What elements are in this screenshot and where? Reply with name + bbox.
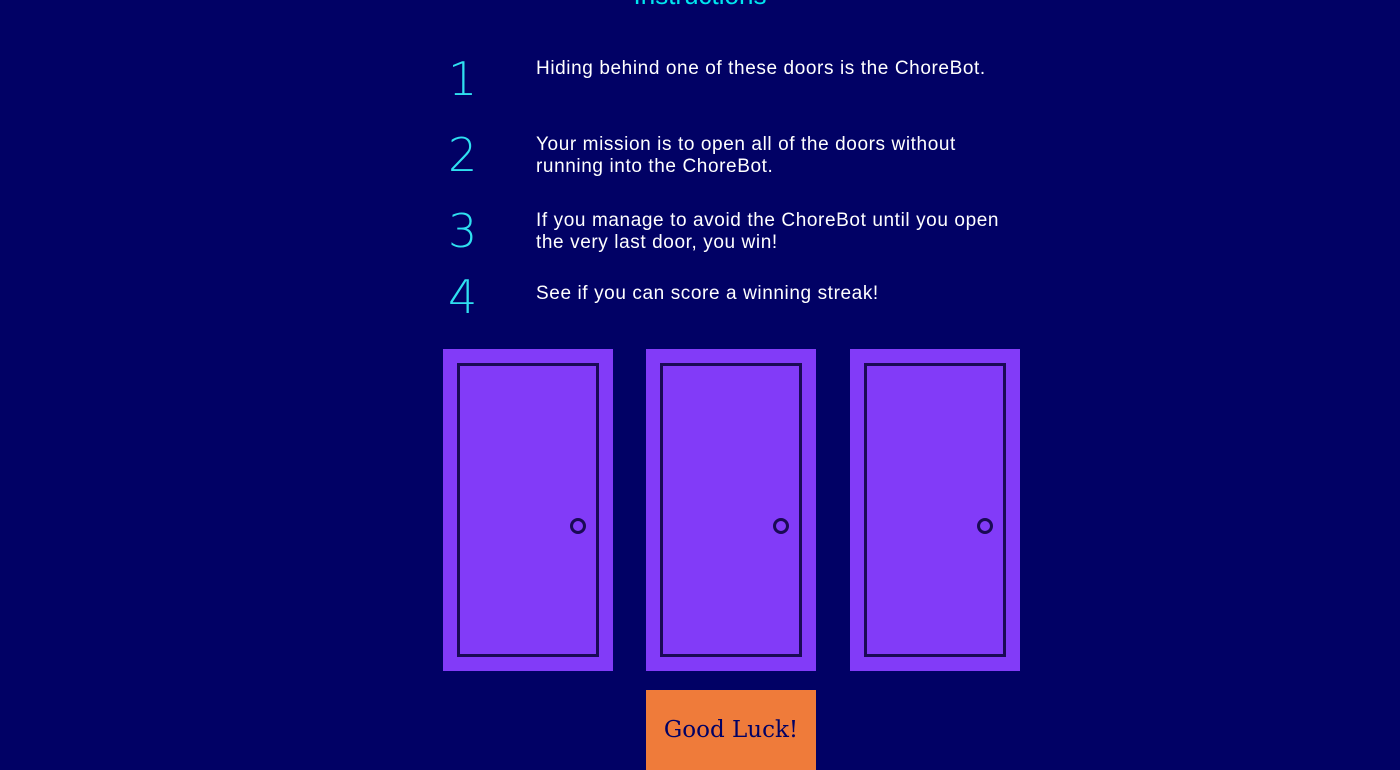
instruction-row: 3 If you manage to avoid the ChoreBot un… bbox=[440, 200, 1020, 276]
door-panel bbox=[864, 363, 1006, 657]
instruction-row: 4 See if you can score a winning streak! bbox=[440, 270, 1020, 352]
door-1[interactable] bbox=[443, 349, 613, 671]
door-panel bbox=[457, 363, 599, 657]
instruction-text: Hiding behind one of these doors is the … bbox=[536, 58, 986, 79]
start-row: Good Luck! bbox=[646, 690, 816, 770]
instruction-row: 1 Hiding behind one of these doors is th… bbox=[440, 48, 1020, 124]
instruction-text: See if you can score a winning streak! bbox=[536, 283, 879, 304]
instruction-number: 2 bbox=[448, 128, 478, 182]
door-panel bbox=[660, 363, 802, 657]
instruction-number: 3 bbox=[448, 204, 478, 258]
instruction-row: 2 Your mission is to open all of the doo… bbox=[440, 124, 1020, 200]
door-2[interactable] bbox=[646, 349, 816, 671]
instruction-number: 1 bbox=[448, 52, 478, 106]
door-knob-icon bbox=[570, 518, 586, 534]
instructions-list: 1 Hiding behind one of these doors is th… bbox=[440, 48, 1020, 352]
instructions-heading: ~ Instructions ~ bbox=[0, 0, 1400, 11]
good-luck-button[interactable]: Good Luck! bbox=[646, 690, 816, 770]
instruction-text: If you manage to avoid the ChoreBot unti… bbox=[536, 210, 1000, 253]
door-3[interactable] bbox=[850, 349, 1020, 671]
instruction-text: Your mission is to open all of the doors… bbox=[536, 134, 956, 177]
door-row bbox=[443, 349, 1020, 671]
door-knob-icon bbox=[773, 518, 789, 534]
door-knob-icon bbox=[977, 518, 993, 534]
game-page: ~ Instructions ~ 1 Hiding behind one of … bbox=[0, 0, 1400, 770]
instruction-number: 4 bbox=[448, 270, 478, 324]
